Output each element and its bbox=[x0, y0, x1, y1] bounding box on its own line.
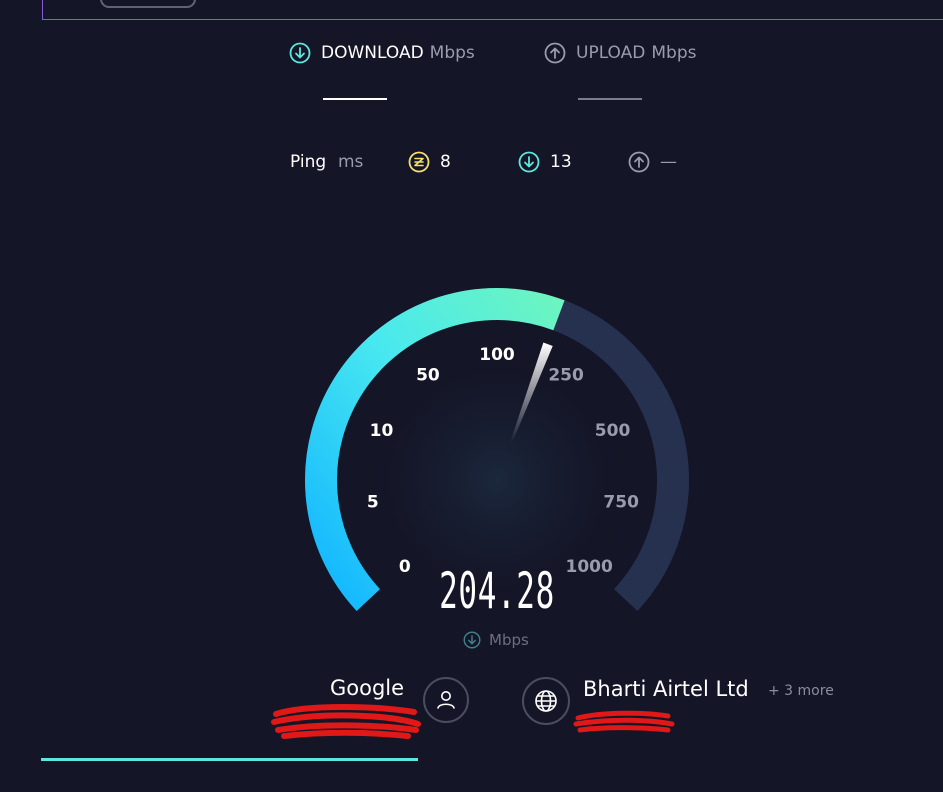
gauge-tick-label: 500 bbox=[595, 421, 631, 441]
isp-name: Bharti Airtel Ltd bbox=[583, 677, 749, 701]
speed-gauge: 0 5 10 50 100 250 500 750 1000 bbox=[305, 288, 689, 630]
isp-button[interactable] bbox=[522, 677, 570, 725]
gauge-tick-label: 750 bbox=[603, 492, 639, 512]
change-server-button[interactable] bbox=[423, 677, 469, 723]
test-progress-bar bbox=[41, 758, 419, 761]
gauge-tick-label: 50 bbox=[416, 366, 440, 386]
gauge-tick-label: 10 bbox=[370, 421, 394, 441]
gauge-tick-label: 250 bbox=[548, 366, 584, 386]
speed-unit-label: Mbps bbox=[489, 631, 529, 649]
isp-more-link[interactable]: + 3 more bbox=[768, 683, 834, 699]
gauge-tick-label: 0 bbox=[399, 557, 411, 577]
gauge-tick-label: 1000 bbox=[565, 557, 612, 577]
gauge-tick-label: 5 bbox=[367, 492, 379, 512]
download-arrow-icon bbox=[463, 631, 481, 649]
globe-icon bbox=[535, 690, 557, 712]
redaction-scribble-host bbox=[271, 704, 421, 739]
speed-value: 204.28 bbox=[439, 562, 555, 620]
user-icon bbox=[437, 691, 455, 709]
gauge-tick-label: 100 bbox=[479, 345, 515, 365]
speed-unit: Mbps bbox=[463, 631, 529, 649]
redaction-scribble-location bbox=[573, 710, 675, 733]
server-host-name[interactable]: Google bbox=[330, 676, 404, 700]
